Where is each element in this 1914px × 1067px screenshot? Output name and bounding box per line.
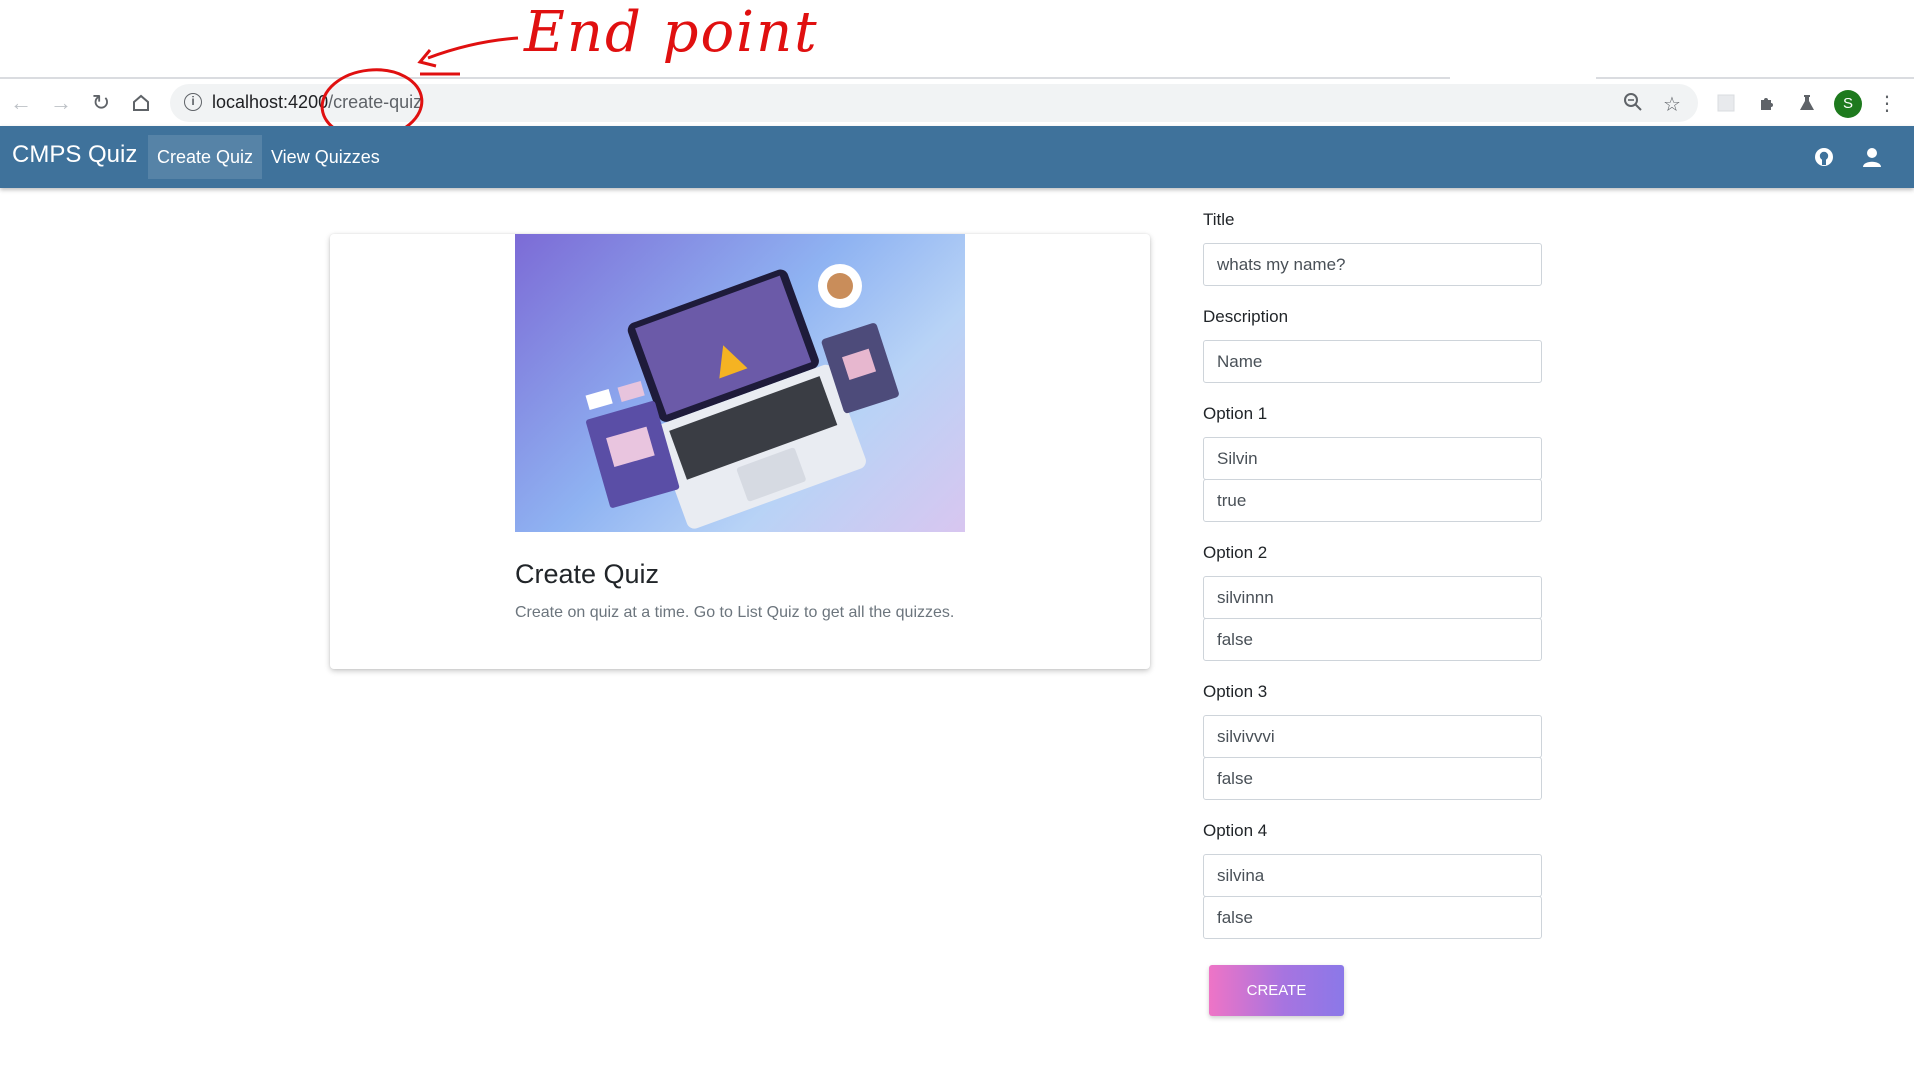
back-icon[interactable]: ← [6, 88, 36, 118]
option-1-text-input[interactable]: Silvin [1203, 437, 1542, 480]
forward-icon[interactable]: → [46, 88, 76, 118]
github-icon[interactable] [1813, 146, 1837, 170]
address-bar[interactable]: i localhost:4200/create-quiz ☆ [170, 84, 1698, 122]
laptop-mockup-illustration [585, 264, 899, 529]
create-button[interactable]: CREATE [1209, 965, 1344, 1016]
option-1-label: Option 1 [1203, 404, 1268, 423]
card-description: Create on quiz at a time. Go to List Qui… [515, 604, 955, 621]
browser-tab-strip [0, 0, 1914, 78]
browser-toolbar: ← → ↻ i localhost:4200/create-quiz ☆ S ⋮ [0, 80, 1914, 127]
profile-avatar[interactable]: S [1834, 90, 1862, 118]
tab-strip-divider [0, 77, 1450, 79]
site-info-icon[interactable]: i [184, 93, 202, 111]
card-image [515, 234, 965, 532]
user-icon[interactable] [1861, 146, 1885, 170]
reload-icon[interactable]: ↻ [86, 88, 116, 118]
option-2-label: Option 2 [1203, 543, 1268, 562]
nav-create-quiz[interactable]: Create Quiz [148, 135, 263, 179]
option-2-text-input[interactable]: silvinnn [1203, 576, 1542, 619]
bookmark-star-icon[interactable]: ☆ [1663, 92, 1681, 117]
more-menu-icon[interactable]: ⋮ [1872, 88, 1902, 118]
labs-flask-icon[interactable] [1792, 88, 1822, 118]
option-3-label: Option 3 [1203, 682, 1268, 701]
option-3-text-input[interactable]: silvivvvi [1203, 715, 1542, 758]
app-navbar: CMPS Quiz Create Quiz View Quizzes [0, 126, 1914, 188]
tab-strip-divider-right [1596, 77, 1914, 79]
card-title: Create Quiz [515, 559, 660, 589]
option-1-correct-input[interactable]: true [1203, 479, 1542, 522]
option-3-correct-input[interactable]: false [1203, 757, 1542, 800]
option-2-correct-input[interactable]: false [1203, 618, 1542, 661]
description-label: Description [1203, 307, 1289, 326]
url-text[interactable]: localhost:4200/create-quiz [212, 92, 422, 113]
nav-view-quizzes[interactable]: View Quizzes [262, 135, 389, 179]
option-4-correct-input[interactable]: false [1203, 896, 1542, 939]
description-input[interactable]: Name [1203, 340, 1542, 383]
title-input[interactable]: whats my name? [1203, 243, 1542, 286]
create-quiz-card: Create Quiz Create on quiz at a time. Go… [330, 234, 1150, 669]
url-path: /create-quiz [328, 92, 423, 112]
zoom-icon[interactable] [1623, 92, 1643, 118]
option-4-text-input[interactable]: silvina [1203, 854, 1542, 897]
title-label: Title [1203, 210, 1235, 229]
brand-title[interactable]: CMPS Quiz [12, 141, 137, 169]
option-4-label: Option 4 [1203, 821, 1268, 840]
home-icon[interactable] [126, 88, 156, 118]
url-host: localhost:4200 [212, 92, 329, 112]
extension-icon[interactable] [1711, 88, 1741, 118]
puzzle-icon[interactable] [1752, 88, 1782, 118]
